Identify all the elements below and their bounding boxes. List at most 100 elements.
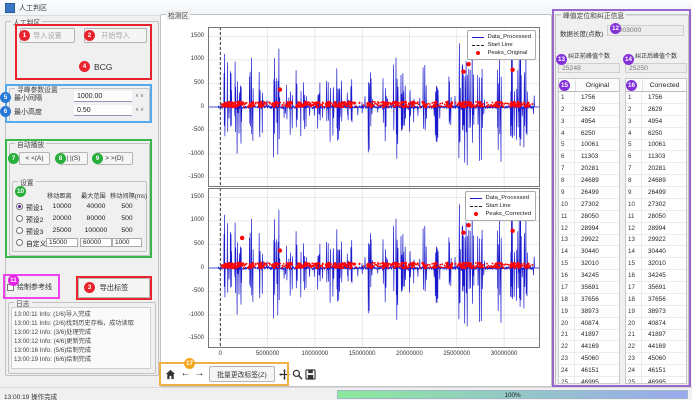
min-height-input[interactable]: 0.50 (74, 105, 132, 116)
table-row[interactable]: 1735691 (559, 282, 619, 294)
table-row[interactable]: 824689 (559, 175, 619, 187)
table-row[interactable]: 1228994 (626, 223, 686, 235)
table-row[interactable]: 1837656 (559, 294, 619, 306)
log-entry: 13:00:12 Info: (3/6)处理完成 (14, 328, 150, 337)
table-row[interactable]: 1430440 (626, 246, 686, 258)
table-row[interactable]: 22629 (559, 104, 619, 116)
spinner-icon[interactable]: ∧∨ (135, 107, 145, 113)
plot-bottom[interactable]: 150010005000-500-1000-1500 Data_Processe… (208, 188, 540, 348)
table-row[interactable]: 1128050 (626, 211, 686, 223)
radio-preset-4[interactable] (16, 239, 23, 246)
table-row[interactable]: 2244169 (559, 341, 619, 353)
home-icon[interactable] (164, 367, 177, 381)
peak-value: 2629 (575, 104, 619, 115)
table-row[interactable]: 1329922 (559, 235, 619, 247)
table-row[interactable]: 1735691 (626, 282, 686, 294)
radio-preset-3[interactable] (16, 227, 23, 234)
table-row[interactable]: 1329922 (626, 235, 686, 247)
table-row[interactable]: 2141897 (626, 330, 686, 342)
reference-line-checkbox[interactable]: 绘制参考线 (7, 282, 52, 292)
y-tick-label: 0 (201, 104, 204, 110)
radio-preset-2[interactable] (16, 215, 23, 222)
save-icon[interactable] (304, 367, 317, 381)
forward-icon[interactable]: → (193, 366, 206, 380)
row-index: 20 (559, 318, 575, 329)
table-row[interactable]: 11756 (626, 92, 686, 104)
table-row[interactable]: 2040874 (559, 318, 619, 330)
table-row[interactable]: 2446151 (559, 365, 619, 377)
autoplay-back-button[interactable]: < <(A) (19, 152, 50, 165)
table-row[interactable]: 720281 (626, 163, 686, 175)
table-row[interactable]: 1634245 (559, 270, 619, 282)
table-row[interactable]: 2040874 (626, 318, 686, 330)
start-import-button[interactable]: 开始导入 (84, 28, 147, 43)
table-row[interactable]: 720281 (559, 163, 619, 175)
table-row[interactable]: 1938973 (626, 306, 686, 318)
pan-icon[interactable] (278, 367, 291, 381)
table-row[interactable]: 1938973 (559, 306, 619, 318)
batch-edit-labels-button[interactable]: 批量更改标签(Z) (209, 366, 275, 382)
table-row[interactable]: 34954 (559, 116, 619, 128)
table-row[interactable]: 1027302 (559, 199, 619, 211)
table-header-row: Corrected (626, 79, 686, 92)
table-row[interactable]: 2345060 (559, 353, 619, 365)
custom-value-input-2[interactable]: 60000 (80, 238, 112, 247)
table-row[interactable]: 2345060 (626, 353, 686, 365)
table-row[interactable]: 1837656 (626, 294, 686, 306)
back-icon[interactable]: ← (179, 366, 192, 380)
table-row[interactable]: 611303 (559, 151, 619, 163)
table-row[interactable]: 926499 (559, 187, 619, 199)
row-index: 11 (559, 211, 575, 222)
corrected-peaks-table[interactable]: Corrected 117562262934954462505100616113… (625, 78, 687, 384)
min-interval-input[interactable]: 1000.00 (74, 91, 132, 102)
table-row[interactable]: 22629 (626, 104, 686, 116)
y-tick-label: -1500 (189, 335, 204, 341)
table-row[interactable]: 510061 (626, 140, 686, 152)
table-row[interactable]: 824689 (626, 175, 686, 187)
original-peaks-table[interactable]: Original 1175622629349544625051006161130… (558, 78, 620, 384)
table-row[interactable]: 11756 (559, 92, 619, 104)
col-header-max-range: 最大范围 (81, 191, 106, 200)
radio-preset-1[interactable] (16, 203, 23, 210)
autoplay-forward-button[interactable]: > >(D) (96, 152, 133, 165)
table-row[interactable]: 1430440 (559, 246, 619, 258)
peak-value: 10061 (575, 140, 619, 151)
peak-value: 37656 (642, 294, 686, 305)
table-row[interactable]: 1634245 (626, 270, 686, 282)
table-row[interactable]: 1027302 (626, 199, 686, 211)
autoplay-pause-button[interactable]: | |(S) (59, 152, 88, 165)
autoplay-title: 自动播放 (15, 139, 46, 149)
peak-value: 46151 (575, 365, 619, 376)
table-row[interactable]: 1228994 (559, 223, 619, 235)
plot-top[interactable]: 150010005000-500-1000-1500 Data_Processe… (208, 27, 540, 187)
spinner-icon[interactable]: ∧∨ (135, 93, 145, 99)
row-index: 18 (626, 294, 642, 305)
table-row[interactable]: 1532010 (626, 258, 686, 270)
zoom-icon[interactable] (291, 367, 304, 381)
table-row[interactable]: 2546995 (626, 377, 686, 384)
row-index: 8 (559, 175, 575, 186)
peak-value: 44169 (575, 341, 619, 352)
table-row[interactable]: 510061 (559, 140, 619, 152)
table-row[interactable]: 611303 (626, 151, 686, 163)
status-bar: 13:00:19 操作完成 100% (0, 387, 692, 400)
table-row[interactable]: 46250 (559, 128, 619, 140)
table-row[interactable]: 46250 (626, 128, 686, 140)
checkbox-icon[interactable] (7, 284, 14, 291)
custom-value-input-1[interactable]: 15000 (46, 238, 78, 247)
table-row[interactable]: 2446151 (626, 365, 686, 377)
table-row[interactable]: 34954 (626, 116, 686, 128)
table-row[interactable]: 2141897 (559, 330, 619, 342)
table-row[interactable]: 2244169 (626, 341, 686, 353)
table-row[interactable]: 1532010 (559, 258, 619, 270)
export-labels-button[interactable]: 导出标签 (78, 278, 150, 298)
log-list[interactable]: 13:00:11 Info: (1/6)导入完成13:00:11 Info: (… (11, 307, 151, 369)
row-index: 7 (626, 163, 642, 174)
table-row[interactable]: 2546995 (559, 377, 619, 384)
row-index: 7 (559, 163, 575, 174)
custom-value-input-3[interactable]: 1000 (112, 238, 142, 247)
import-settings-button[interactable]: 导入设置 (20, 28, 75, 43)
table-row[interactable]: 1128050 (559, 211, 619, 223)
y-tick-label: 0 (201, 265, 204, 271)
table-row[interactable]: 926499 (626, 187, 686, 199)
